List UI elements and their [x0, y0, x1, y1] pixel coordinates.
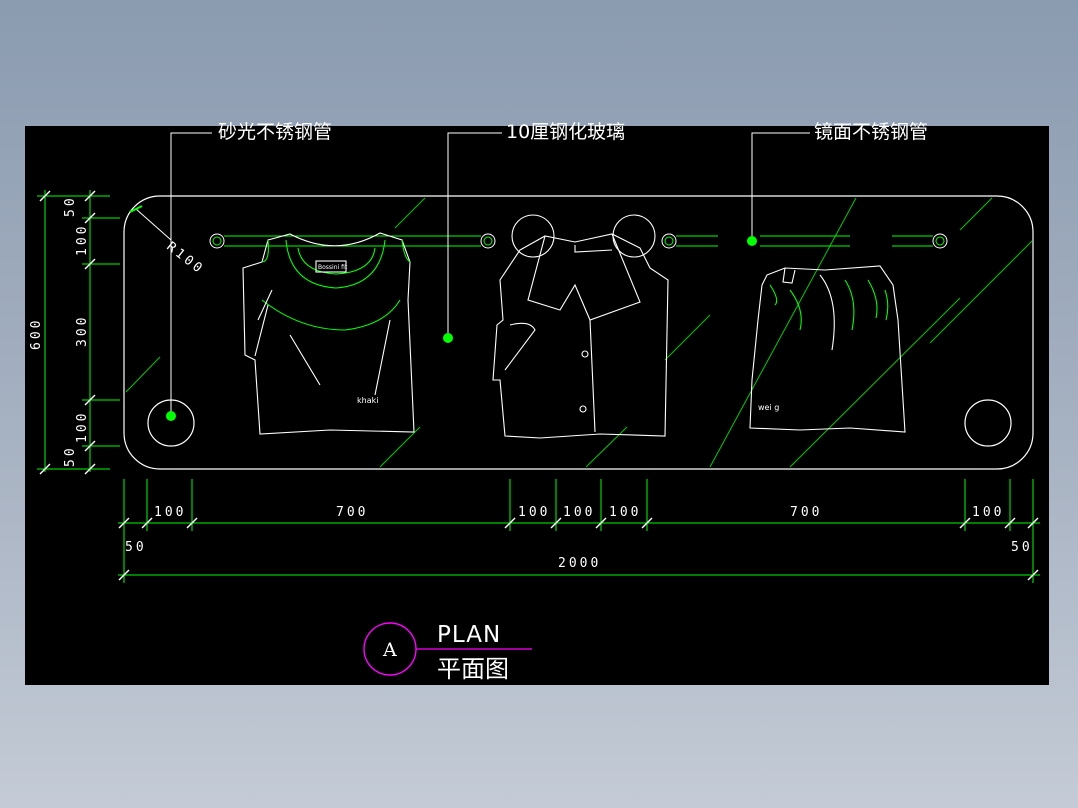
tshirt-tag-text: Bossini fit — [318, 264, 348, 271]
left-dim-seg-2: 100 — [75, 224, 90, 256]
shirt-sketch — [492, 214, 669, 439]
left-dim-seg-1: 50 — [63, 195, 78, 217]
bottom-dim-seg-2: 700 — [336, 505, 368, 520]
bottom-dim-seg-7: 100 — [972, 505, 1004, 520]
plan-drawing: Bossini fit khaki wei g 砂光不锈钢管 10厘钢化玻璃 镜… — [29, 121, 1040, 683]
bottom-dim-seg-4: 100 — [563, 505, 595, 520]
bottom-dim-seg-1: 100 — [154, 505, 186, 520]
left-dim-total: 600 — [29, 318, 44, 350]
bottom-dim-seg-5: 100 — [609, 505, 641, 520]
left-dim-seg-4: 100 — [75, 411, 90, 443]
callout-mirror-steel-tube: 镜面不锈钢管 — [814, 121, 928, 143]
callout-leaders — [170, 132, 810, 415]
callout-brushed-steel-tube: 砂光不锈钢管 — [218, 121, 332, 143]
skirt-brand-text: wei g — [758, 403, 779, 412]
tshirt-brand-text: khaki — [357, 396, 378, 405]
cad-drawing-canvas: Bossini fit khaki wei g 砂光不锈钢管 10厘钢化玻璃 镜… — [25, 121, 1049, 685]
glass-hatch — [125, 197, 1033, 468]
glass-panel-outline — [123, 195, 1034, 470]
radius-label: R100 — [164, 239, 207, 277]
title-marker-letter: A — [382, 639, 397, 661]
left-dim-seg-3: 300 — [75, 315, 90, 347]
left-dim-seg-5: 50 — [63, 445, 78, 467]
radius-leader — [135, 208, 172, 241]
bottom-dim-seg-3: 100 — [518, 505, 550, 520]
mount-hole-right — [964, 399, 1012, 447]
bottom-dim-total: 2000 — [558, 556, 601, 571]
hanging-rod-left — [209, 233, 496, 249]
title-chinese: 平面图 — [437, 655, 509, 683]
hanging-rod-right — [661, 233, 948, 249]
callout-tempered-glass: 10厘钢化玻璃 — [506, 121, 625, 143]
title-english: PLAN — [437, 622, 501, 648]
bottom-dim-seg-6: 700 — [790, 505, 822, 520]
bottom-dim-edge-left: 50 — [125, 540, 147, 555]
bottom-dim-edge-right: 50 — [1011, 540, 1033, 555]
